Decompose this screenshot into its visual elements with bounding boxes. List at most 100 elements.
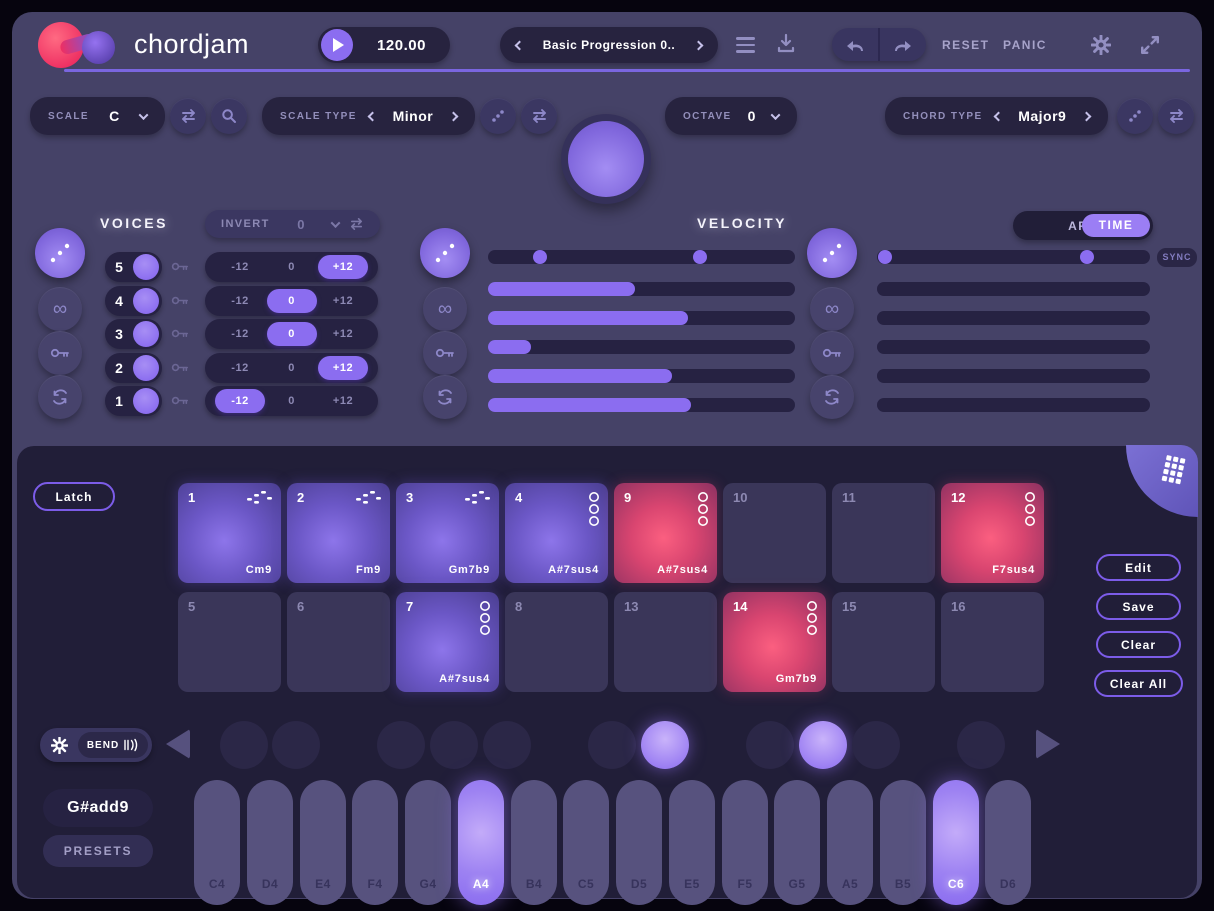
velocity-slider-2[interactable] (488, 311, 795, 325)
time-range-slider[interactable] (877, 250, 1150, 264)
scale-transfer-button[interactable] (170, 98, 206, 134)
resize-arrows-icon[interactable] (1140, 35, 1160, 60)
white-key-a4[interactable]: A4 (458, 780, 504, 905)
voice-toggle[interactable]: 5 (105, 252, 162, 282)
key-icon[interactable] (171, 259, 189, 277)
white-key-f4[interactable]: F4 (352, 780, 398, 905)
white-key-g5[interactable]: G5 (774, 780, 820, 905)
segment-minus12[interactable]: -12 (215, 289, 265, 313)
save-button[interactable]: Save (1096, 593, 1181, 620)
panic-button[interactable]: PANIC (1003, 38, 1047, 52)
key-icon[interactable] (171, 360, 189, 378)
pad-10[interactable]: 10 (723, 483, 826, 583)
black-key-fsharp4[interactable] (377, 721, 425, 769)
range-handle-low[interactable] (878, 250, 892, 264)
chord-type-prev-icon[interactable] (993, 111, 1003, 121)
sync-badge[interactable]: SYNC (1157, 248, 1197, 267)
segment-plus12[interactable]: +12 (318, 389, 368, 413)
range-handle-high[interactable] (1080, 250, 1094, 264)
pad-1[interactable]: 1 Cm9 (178, 483, 281, 583)
chord-type-transfer-button[interactable] (1158, 98, 1194, 134)
timing-infinity-button[interactable]: ∞ (810, 287, 854, 331)
arp-time-toggle[interactable]: ARP TIME (1013, 211, 1153, 240)
scale-type-transfer-button[interactable] (521, 98, 557, 134)
black-key-dsharp4[interactable] (272, 721, 320, 769)
scale-type-random-button[interactable] (480, 98, 516, 134)
white-key-c5[interactable]: C5 (563, 780, 609, 905)
clear-all-button[interactable]: Clear All (1094, 670, 1183, 697)
voice-octave-segment[interactable]: -12 0 +12 (205, 286, 378, 316)
scale-type-prev-icon[interactable] (367, 111, 377, 121)
black-key-dsharp5[interactable] (641, 721, 689, 769)
segment-plus12[interactable]: +12 (318, 322, 368, 346)
voices-random-button[interactable] (35, 228, 85, 278)
settings-gear-icon[interactable] (1091, 35, 1111, 60)
voices-refresh-button[interactable] (38, 375, 82, 419)
pad-14[interactable]: 14 Gm7b9 (723, 592, 826, 692)
black-key-asharp5[interactable] (852, 721, 900, 769)
velocity-slider-3[interactable] (488, 340, 795, 354)
time-slider-1[interactable] (877, 282, 1150, 296)
timing-key-lock-button[interactable] (810, 331, 854, 375)
pad-15[interactable]: 15 (832, 592, 935, 692)
black-key-gsharp4[interactable] (430, 721, 478, 769)
reset-button[interactable]: RESET (942, 38, 990, 52)
black-key-fsharp5[interactable] (746, 721, 794, 769)
velocity-slider-1[interactable] (488, 282, 795, 296)
download-icon[interactable] (776, 33, 796, 60)
segment-plus12[interactable]: +12 (318, 255, 368, 279)
velocity-key-lock-button[interactable] (423, 331, 467, 375)
pad-6[interactable]: 6 (287, 592, 390, 692)
segment-minus12[interactable]: -12 (215, 255, 265, 279)
timing-random-button[interactable] (807, 228, 857, 278)
segment-zero[interactable]: 0 (267, 356, 317, 380)
pad-5[interactable]: 5 (178, 592, 281, 692)
white-key-f5[interactable]: F5 (722, 780, 768, 905)
invert-transfer-icon[interactable] (349, 218, 364, 230)
black-key-gsharp5[interactable] (799, 721, 847, 769)
main-knob[interactable] (568, 121, 644, 197)
voice-octave-segment[interactable]: -12 0 +12 (205, 252, 378, 282)
white-key-c6[interactable]: C6 (933, 780, 979, 905)
white-key-d5[interactable]: D5 (616, 780, 662, 905)
voice-toggle[interactable]: 3 (105, 319, 162, 349)
pad-16[interactable]: 16 (941, 592, 1044, 692)
black-key-csharp5[interactable] (588, 721, 636, 769)
pad-2[interactable]: 2 Fm9 (287, 483, 390, 583)
preset-next-icon[interactable] (694, 40, 704, 50)
octave-selector[interactable]: OCTAVE 0 (665, 97, 797, 135)
white-key-c4[interactable]: C4 (194, 780, 240, 905)
pad-13[interactable]: 13 (614, 592, 717, 692)
segment-minus12[interactable]: -12 (215, 356, 265, 380)
white-key-e5[interactable]: E5 (669, 780, 715, 905)
voice-octave-segment[interactable]: -12 0 +12 (205, 319, 378, 349)
pad-11[interactable]: 11 (832, 483, 935, 583)
voice-toggle[interactable]: 1 (105, 386, 162, 416)
play-button[interactable] (321, 29, 353, 61)
key-icon[interactable] (171, 293, 189, 311)
pad-3[interactable]: 3 Gm7b9 (396, 483, 499, 583)
chord-type-random-button[interactable] (1117, 98, 1153, 134)
velocity-slider-4[interactable] (488, 369, 795, 383)
undo-button[interactable] (832, 28, 880, 61)
redo-button[interactable] (880, 28, 926, 61)
segment-plus12[interactable]: +12 (318, 289, 368, 313)
voices-infinity-button[interactable]: ∞ (38, 287, 82, 331)
time-slider-5[interactable] (877, 398, 1150, 412)
segment-zero[interactable]: 0 (267, 389, 317, 413)
voice-octave-segment[interactable]: -12 0 +12 (205, 353, 378, 383)
pad-9[interactable]: 9 A#7sus4 (614, 483, 717, 583)
segment-zero[interactable]: 0 (267, 289, 317, 313)
black-key-asharp4[interactable] (483, 721, 531, 769)
white-key-a5[interactable]: A5 (827, 780, 873, 905)
range-handle-low[interactable] (533, 250, 547, 264)
pad-4[interactable]: 4 A#7sus4 (505, 483, 608, 583)
velocity-range-slider[interactable] (488, 250, 795, 264)
voice-toggle[interactable]: 4 (105, 286, 162, 316)
voice-toggle[interactable]: 2 (105, 353, 162, 383)
key-icon[interactable] (171, 393, 189, 411)
time-option[interactable]: TIME (1082, 214, 1150, 237)
segment-plus12[interactable]: +12 (318, 356, 368, 380)
latch-button[interactable]: Latch (33, 482, 115, 511)
bend-gear-icon[interactable] (51, 737, 68, 754)
